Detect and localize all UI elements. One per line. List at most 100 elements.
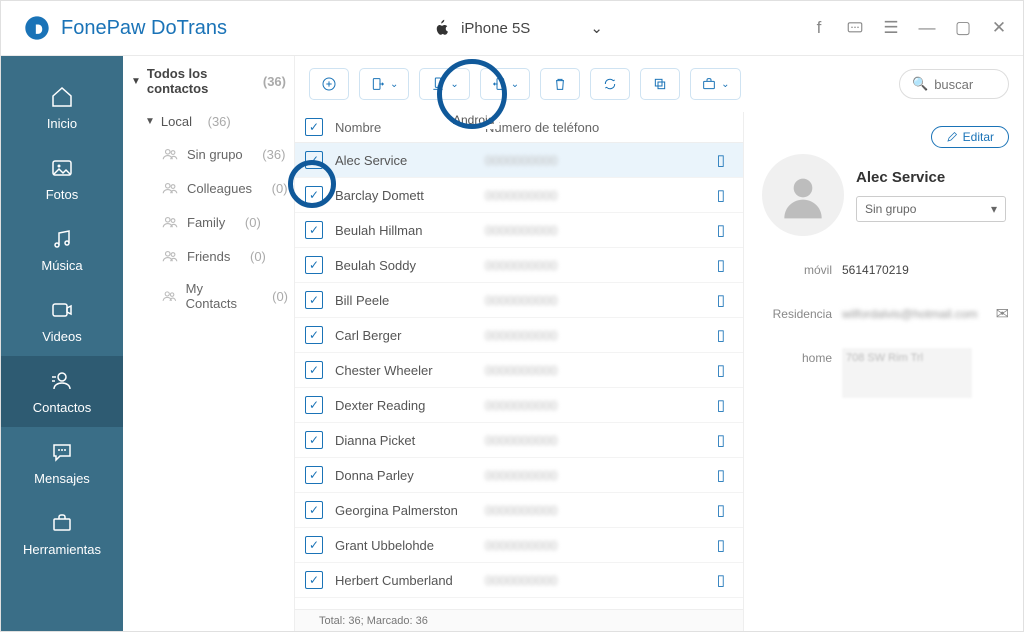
phone-device-icon: ▯ [717, 571, 725, 589]
tree-group[interactable]: Friends (0) [123, 239, 294, 273]
contact-row[interactable]: ✓Herbert Cumberland0000000000▯ [295, 563, 743, 598]
row-checkbox[interactable]: ✓ [305, 256, 323, 274]
close-icon[interactable]: ✕ [989, 18, 1009, 38]
row-name: Carl Berger [335, 328, 485, 343]
row-phone: 0000000000 [485, 363, 717, 378]
export-button[interactable]: ⌄ [480, 68, 530, 100]
contact-row[interactable]: ✓Bill Peele0000000000▯ [295, 283, 743, 318]
row-checkbox[interactable]: ✓ [305, 186, 323, 204]
mail-icon[interactable]: ✉ [996, 304, 1009, 324]
tree-group-label: Sin grupo [187, 147, 243, 162]
row-name: Bill Peele [335, 293, 485, 308]
row-checkbox[interactable]: ✓ [305, 431, 323, 449]
add-button[interactable] [309, 68, 349, 100]
row-phone: 0000000000 [485, 328, 717, 343]
contact-row[interactable]: ✓Alec Service0000000000▯ [295, 143, 743, 178]
toolbox-icon [49, 510, 75, 536]
tree-group[interactable]: Sin grupo (36) [123, 137, 294, 171]
feedback-icon[interactable] [845, 18, 865, 38]
tree-group-label: Friends [187, 249, 230, 264]
transfer-device-button[interactable]: ⌄ [419, 68, 469, 100]
field-value-mobile: 5614170219 [842, 260, 1009, 280]
tree-group[interactable]: Colleagues (0) [123, 171, 294, 205]
import-button[interactable]: ⌄ [359, 68, 409, 100]
row-name: Chester Wheeler [335, 363, 485, 378]
row-checkbox[interactable]: ✓ [305, 291, 323, 309]
phone-device-icon: ▯ [717, 431, 725, 449]
tree-group[interactable]: Family (0) [123, 205, 294, 239]
refresh-button[interactable] [590, 68, 630, 100]
contact-row[interactable]: ✓Donna Parley0000000000▯ [295, 458, 743, 493]
contact-row[interactable]: ✓Beulah Hillman0000000000▯ [295, 213, 743, 248]
chevron-down-icon: ▼ [131, 76, 141, 87]
phone-device-icon: ▯ [717, 221, 725, 239]
group-select[interactable]: Sin grupo ▾ [856, 196, 1006, 222]
group-icon [161, 179, 179, 197]
tree-count: (36) [263, 74, 286, 89]
edit-button[interactable]: Editar [931, 126, 1009, 148]
tree-group-count: (36) [262, 147, 285, 162]
sidebar-item-musica[interactable]: Música [1, 214, 123, 285]
search-input[interactable] [934, 77, 998, 92]
contact-row[interactable]: ✓Barclay Domett0000000000▯ [295, 178, 743, 213]
row-checkbox[interactable]: ✓ [305, 536, 323, 554]
contact-row[interactable]: ✓Georgina Palmerston0000000000▯ [295, 493, 743, 528]
contact-row[interactable]: ✓Beulah Soddy0000000000▯ [295, 248, 743, 283]
tree-local[interactable]: ▼ Local (36) [123, 106, 294, 137]
backup-button[interactable]: ⌄ [690, 68, 740, 100]
contact-row[interactable]: ✓Dianna Picket0000000000▯ [295, 423, 743, 458]
tree-all-contacts[interactable]: ▼ Todos los contactos (36) [123, 56, 294, 106]
row-phone: 0000000000 [485, 503, 717, 518]
row-checkbox[interactable]: ✓ [305, 396, 323, 414]
row-checkbox[interactable]: ✓ [305, 326, 323, 344]
toolbar: ⌄ ⌄ ⌄ ⌄ 🔍 [295, 56, 1023, 112]
chevron-down-icon: ▾ [991, 202, 997, 216]
minimize-icon[interactable]: — [917, 18, 937, 38]
avatar [762, 154, 844, 236]
phone-device-icon: ▯ [717, 256, 725, 274]
tree-group[interactable]: My Contacts (0) [123, 273, 294, 319]
row-name: Dianna Picket [335, 433, 485, 448]
sidebar-item-inicio[interactable]: Inicio [1, 72, 123, 143]
select-all-checkbox[interactable]: ✓ [305, 118, 323, 136]
phone-device-icon: ▯ [717, 396, 725, 414]
row-checkbox[interactable]: ✓ [305, 466, 323, 484]
phone-device-icon: ▯ [717, 361, 725, 379]
row-name: Barclay Domett [335, 188, 485, 203]
column-phone[interactable]: Número de teléfono [485, 120, 733, 135]
contact-row[interactable]: ✓Dexter Reading0000000000▯ [295, 388, 743, 423]
row-phone: 0000000000 [485, 188, 717, 203]
contact-row[interactable]: ✓Grant Ubbelohde0000000000▯ [295, 528, 743, 563]
list-header: ✓ Nombre Número de teléfono [295, 112, 743, 143]
phone-device-icon: ▯ [717, 151, 725, 169]
maximize-icon[interactable]: ▢ [953, 18, 973, 38]
facebook-icon[interactable]: f [809, 18, 829, 38]
chevron-down-icon: ⌄ [590, 19, 603, 37]
row-checkbox[interactable]: ✓ [305, 361, 323, 379]
delete-button[interactable] [540, 68, 580, 100]
sidebar-item-videos[interactable]: Videos [1, 285, 123, 356]
device-name: iPhone 5S [461, 20, 530, 37]
sidebar-item-herramientas[interactable]: Herramientas [1, 498, 123, 569]
phone-device-icon: ▯ [717, 326, 725, 344]
sidebar-item-mensajes[interactable]: Mensajes [1, 427, 123, 498]
contact-row[interactable]: ✓ Chester Wheeler0000000000▯ [295, 353, 743, 388]
row-checkbox[interactable]: ✓ [305, 571, 323, 589]
contact-tree: ▼ Todos los contactos (36) ▼ Local (36) … [123, 56, 295, 631]
phone-device-icon: ▯ [717, 501, 725, 519]
dedup-button[interactable] [640, 68, 680, 100]
row-checkbox[interactable]: ✓ [305, 221, 323, 239]
device-selector[interactable]: iPhone 5S ⌄ [433, 19, 603, 37]
contact-row[interactable]: ✓ Carl Berger0000000000▯ [295, 318, 743, 353]
row-name: Alec Service [335, 153, 485, 168]
messages-icon [49, 439, 75, 465]
sidebar-item-contactos[interactable]: Contactos [1, 356, 123, 427]
search-box[interactable]: 🔍 [899, 69, 1009, 99]
sidebar-item-label: Música [41, 258, 82, 273]
row-checkbox[interactable]: ✓ [305, 501, 323, 519]
row-checkbox[interactable]: ✓ [305, 151, 323, 169]
menu-icon[interactable]: ☰ [881, 18, 901, 38]
sidebar-item-fotos[interactable]: Fotos [1, 143, 123, 214]
tree-group-count: (0) [250, 249, 266, 264]
tree-group-count: (0) [245, 215, 261, 230]
